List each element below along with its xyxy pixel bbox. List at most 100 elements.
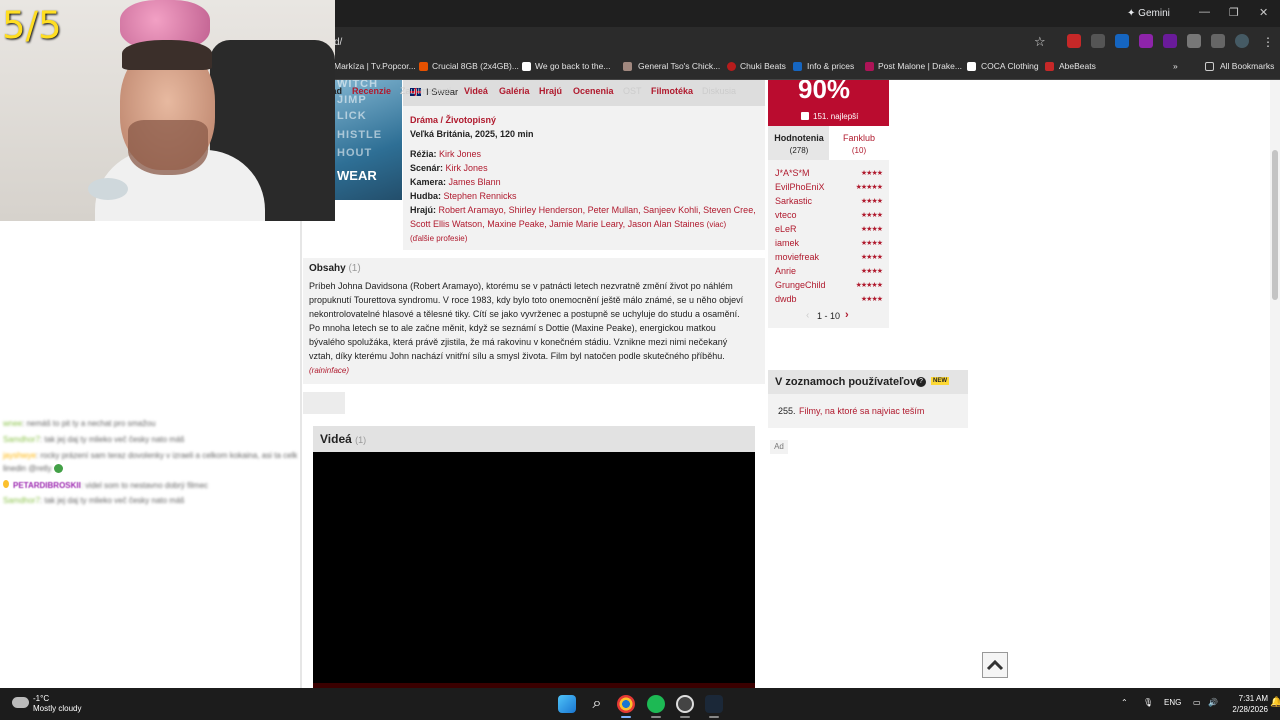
rating-user[interactable]: EvilPhoEniX	[775, 182, 825, 192]
tab-ost[interactable]: OST	[623, 86, 642, 96]
rating-user[interactable]: Anrie	[775, 266, 796, 276]
bookmark-markiza[interactable]: Markíza | Tv.Popcor...	[334, 61, 416, 71]
bookmark-icon	[419, 62, 428, 71]
list-link[interactable]: Filmy, na ktoré sa najviac teším	[799, 406, 924, 416]
minimize-icon[interactable]: —	[1199, 6, 1210, 18]
cast-links[interactable]: Scott Ellis Watson, Maxine Peake, Jamie …	[410, 219, 704, 229]
active-indicator	[621, 716, 631, 718]
bookmark-icon	[623, 62, 632, 71]
rating-user[interactable]: J*A*S*M	[775, 168, 810, 178]
all-bookmarks[interactable]: All Bookmarks	[1220, 61, 1274, 71]
chat-text: : rocky prázení sam teraz dovolenky v iz…	[35, 451, 298, 460]
extension-blue-icon[interactable]	[1115, 34, 1129, 48]
bookmarks-overflow-icon[interactable]: »	[1173, 61, 1178, 71]
more-professions-link[interactable]: (ďalšie profesie)	[410, 234, 467, 243]
obs-icon[interactable]	[676, 695, 694, 713]
network-icon[interactable]: ▭	[1193, 698, 1201, 707]
tab-hraju[interactable]: Hrajú	[539, 86, 562, 96]
extension-gray-icon[interactable]	[1091, 34, 1105, 48]
rating-rank[interactable]: 151. najlepší	[813, 112, 858, 121]
steam-icon[interactable]	[705, 695, 723, 713]
rating-user[interactable]: eLeR	[775, 224, 797, 234]
pager-prev-icon[interactable]: ‹	[806, 310, 809, 321]
running-indicator	[680, 716, 690, 718]
streamer-beard	[128, 120, 208, 175]
camera-label: Kamera:	[410, 177, 447, 187]
film-poster[interactable]: WITCH JIMP LICK HISTLE HOUT WEAR	[335, 80, 402, 200]
help-icon[interactable]: ?	[916, 377, 926, 387]
rating-user[interactable]: moviefreak	[775, 252, 819, 262]
rating-stars: ★★★★★	[855, 184, 883, 191]
bookmark-we-go-back[interactable]: We go back to the...	[535, 61, 610, 71]
notification-bell-icon[interactable]: 🔔	[1270, 697, 1280, 708]
star-icon[interactable]: ☆	[1034, 34, 1046, 50]
plot-count: (1)	[348, 263, 361, 274]
search-icon[interactable]: ⌕	[588, 695, 606, 713]
scroll-to-top-button[interactable]	[982, 652, 1008, 678]
bookmark-info-prices[interactable]: Info & prices	[807, 61, 854, 71]
film-genre[interactable]: Dráma / Životopisný	[410, 115, 496, 125]
music-link[interactable]: Stephen Rennicks	[444, 191, 517, 201]
bookmark-general-tso[interactable]: General Tso's Chick...	[638, 61, 720, 71]
sidepanel-icon[interactable]	[1211, 34, 1225, 48]
volume-icon[interactable]: 🔊	[1208, 698, 1218, 707]
bookmark-icon	[967, 62, 976, 71]
more-cast-link[interactable]: (viac)	[707, 220, 727, 229]
clock-date[interactable]: 2/28/2026	[1232, 705, 1268, 714]
cast-links[interactable]: Robert Aramayo, Shirley Henderson, Peter…	[439, 205, 756, 215]
pager-next-icon[interactable]: ›	[845, 309, 849, 321]
tab-ocenenia[interactable]: Ocenenia	[573, 86, 614, 96]
rating-percent: 90%	[798, 80, 851, 104]
tab-diskusia[interactable]: Diskusia	[702, 86, 736, 96]
rating-user[interactable]: iamek	[775, 238, 799, 248]
bookmark-crucial[interactable]: Crucial 8GB (2x4GB)...	[432, 61, 519, 71]
tab-filmoteka[interactable]: Filmotéka	[651, 86, 693, 96]
url-text[interactable]: d/	[334, 37, 342, 48]
bookmark-abebeats[interactable]: AbeBeats	[1059, 61, 1096, 71]
microphone-icon[interactable]: 🎙	[1143, 698, 1153, 707]
puzzle-icon[interactable]	[1187, 34, 1201, 48]
desk-lamp	[88, 178, 128, 200]
weather-icon[interactable]	[12, 697, 29, 708]
tray-overflow-icon[interactable]: ⌃	[1121, 698, 1128, 707]
profile-avatar[interactable]	[1235, 34, 1249, 48]
weather-widget: -1°C Mostly cloudy	[33, 694, 81, 714]
extension-violet-icon[interactable]	[1163, 34, 1177, 48]
camera-link[interactable]: James Blann	[449, 177, 501, 187]
tab-zaujimavosti[interactable]: Zaujímavosti	[400, 86, 451, 96]
start-icon[interactable]	[558, 695, 576, 713]
scrollbar-thumb[interactable]	[1272, 150, 1278, 300]
chrome-icon[interactable]	[617, 695, 635, 713]
weather-desc[interactable]: Mostly cloudy	[33, 704, 81, 713]
list-rank: 255.	[778, 406, 796, 416]
video-player[interactable]	[313, 452, 755, 688]
plot-source-link[interactable]: (raininface)	[309, 366, 349, 375]
fanklub-label: Fanklub	[842, 133, 876, 143]
rating-user[interactable]: vteco	[775, 210, 797, 220]
menu-kebab-icon[interactable]: ⋮	[1262, 35, 1274, 49]
extension-red-icon[interactable]	[1067, 34, 1081, 48]
weather-temp[interactable]: -1°C	[33, 694, 49, 703]
language-indicator[interactable]: ENG	[1164, 698, 1181, 707]
tab-recenzie[interactable]: Recenzie	[352, 86, 391, 96]
close-icon[interactable]: ✕	[1259, 6, 1268, 19]
chat-text: linedin @retly	[3, 464, 52, 473]
rating-stars: ★★★★	[860, 296, 883, 303]
folder-icon	[1205, 62, 1214, 71]
rating-user[interactable]: Sarkastic	[775, 196, 812, 206]
writer-link[interactable]: Kirk Jones	[446, 163, 488, 173]
bookmark-chuki-beats[interactable]: Chuki Beats	[740, 61, 786, 71]
extension-purple-icon[interactable]	[1139, 34, 1153, 48]
bookmark-icon	[727, 62, 736, 71]
rating-user[interactable]: GrungeChild	[775, 280, 826, 290]
tab-galeria[interactable]: Galéria	[499, 86, 530, 96]
rating-user[interactable]: dwdb	[775, 294, 797, 304]
maximize-icon[interactable]: ❐	[1229, 6, 1239, 19]
gemini-button[interactable]: ✦ Gemini	[1127, 8, 1170, 19]
tab-videa[interactable]: Videá	[464, 86, 488, 96]
bookmark-post-malone[interactable]: Post Malone | Drake...	[878, 61, 962, 71]
spotify-icon[interactable]	[647, 695, 665, 713]
clock-time[interactable]: 7:31 AM	[1239, 694, 1268, 703]
bookmark-coca-clothing[interactable]: COCA Clothing	[981, 61, 1039, 71]
director-link[interactable]: Kirk Jones	[439, 149, 481, 159]
